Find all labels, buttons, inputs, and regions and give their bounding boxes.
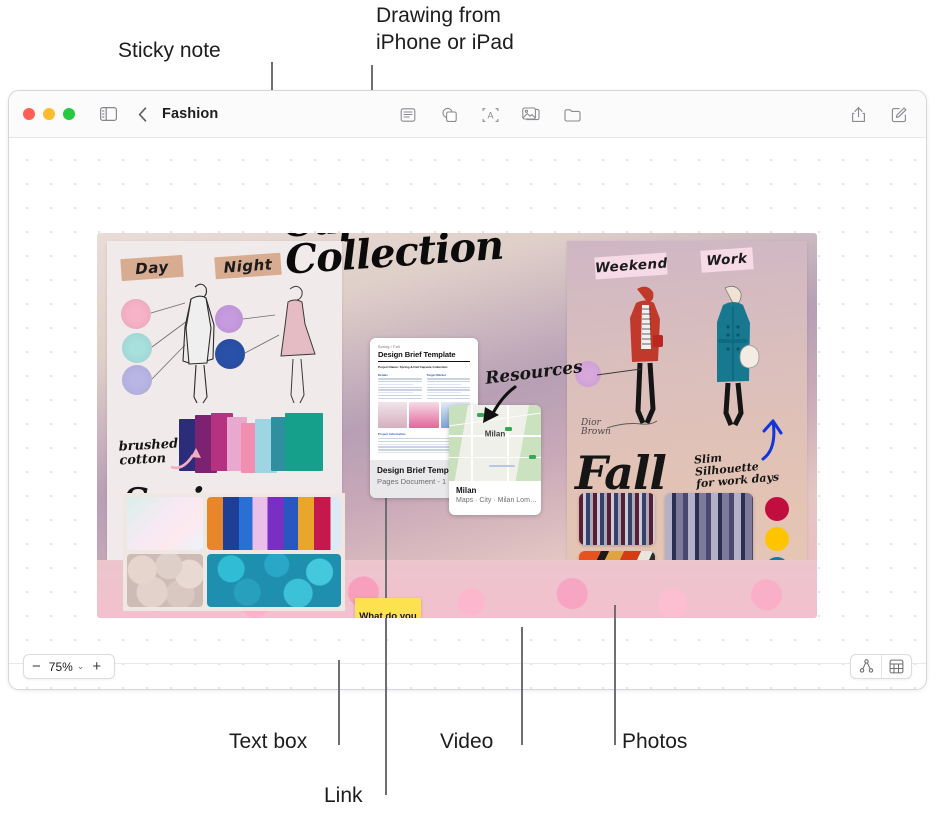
minimize-button[interactable] — [43, 108, 55, 120]
fashion-sketch-day — [182, 283, 215, 404]
signature-line — [607, 420, 658, 429]
mindmap-icon[interactable] — [851, 655, 881, 678]
chevron-down-icon[interactable]: ⌄ — [77, 661, 85, 672]
callout-leader-photos — [614, 605, 616, 745]
toolbar-center: A — [397, 91, 583, 138]
photo-pastel[interactable] — [127, 497, 203, 550]
link-preview-title: Design Brief Template — [378, 350, 456, 359]
chevron-left-icon[interactable] — [131, 103, 153, 125]
link-preview-subtitle: Project Name: Spring & Fall Capsule Coll… — [378, 364, 448, 369]
callout-label-video: Video — [440, 730, 494, 753]
link-preview-col2-heading: Target Market — [426, 372, 446, 377]
freeform-canvas[interactable]: Day Night brushed cotton Weekend Work Di… — [9, 138, 926, 689]
freeform-window: Fashion A Day Night brushed cotton Weeke… — [8, 90, 927, 690]
zoom-control[interactable]: − 75% ⌄ + — [23, 654, 115, 679]
folder-icon[interactable] — [561, 104, 583, 126]
map-card-title: Milan — [456, 486, 477, 495]
photo-woven-orange[interactable] — [579, 551, 655, 603]
callout-label-text-box: Text box — [229, 730, 308, 753]
black-arrow-icon — [483, 385, 517, 423]
zoom-button[interactable] — [63, 108, 75, 120]
canvas-ruler — [9, 663, 926, 664]
callout-leader-text-box — [338, 660, 340, 745]
drawing-title-text: Capsule Collection — [281, 233, 505, 284]
tape-weekend: Weekend — [594, 252, 668, 280]
callout-label-sticky-note: Sticky note — [118, 39, 221, 62]
callout-label-drawing: Drawing from iPhone or iPad — [376, 4, 514, 54]
zoom-in-button[interactable]: + — [84, 659, 109, 674]
photo-roses[interactable] — [127, 554, 203, 607]
map-card-meta: Milan Maps · City · Milan Lom… — [449, 481, 541, 509]
callout-label-link: Link — [324, 784, 363, 807]
photo-color-strips[interactable] — [207, 497, 341, 550]
toolbar-right — [847, 91, 910, 138]
callout-label-photos: Photos — [622, 730, 688, 753]
photos-icon[interactable] — [520, 104, 542, 126]
photo-grid-left[interactable] — [123, 493, 345, 611]
link-preview-col1-lines — [378, 378, 422, 400]
photo-dot-green — [765, 587, 789, 611]
fall-panel[interactable]: Weekend Work Dior Brown Fall Slim Silhou… — [567, 241, 807, 611]
link-preview-col1-heading: Details — [378, 372, 388, 377]
tape-work: Work — [700, 247, 754, 273]
photo-turquoise-stones[interactable] — [207, 554, 341, 607]
zoom-value: 75% — [48, 659, 73, 674]
drawing-capsule-collection[interactable]: Capsule Collection — [281, 233, 599, 316]
link-preview-kicker: Spring / Fall — [378, 345, 400, 349]
window-traffic-lights[interactable] — [23, 108, 75, 120]
photo-dot-yellow — [765, 527, 789, 551]
shapes-icon[interactable] — [438, 104, 460, 126]
mood-board[interactable]: Day Night brushed cotton Weekend Work Di… — [97, 233, 817, 618]
compose-icon[interactable] — [888, 104, 910, 126]
screenshot-root: Sticky note Drawing from iPhone or iPad — [0, 0, 935, 817]
pink-arrow-icon — [170, 448, 201, 470]
photo-dot-crimson — [765, 497, 789, 521]
view-toggle-group[interactable] — [850, 654, 912, 679]
link-preview-col2-lines — [426, 378, 470, 400]
note-icon[interactable] — [397, 104, 419, 126]
callout-leader-video — [521, 627, 523, 745]
map-card-subtitle: Maps · City · Milan Lom… — [456, 497, 537, 504]
zoom-out-button[interactable]: − — [24, 659, 49, 674]
callout-leader-link — [385, 450, 387, 795]
sidebar-icon[interactable] — [97, 103, 119, 125]
window-titlebar: Fashion A — [9, 91, 926, 138]
photo-dot-blue — [765, 557, 789, 581]
annotation-slim-silhouette: Slim Silhouette for work days — [693, 451, 780, 491]
photo-chevron-knit[interactable] — [579, 493, 655, 545]
page-title: Fashion — [162, 106, 219, 122]
leash-line — [597, 368, 642, 376]
annotation-fall: Fall — [575, 446, 667, 500]
svg-text:A: A — [487, 110, 493, 120]
sticky-note[interactable]: What do you think of the colors? — [355, 598, 421, 618]
share-icon[interactable] — [847, 104, 869, 126]
grid-icon[interactable] — [881, 655, 911, 678]
close-button[interactable] — [23, 108, 35, 120]
fabric-8 — [285, 413, 323, 471]
text-box-icon[interactable]: A — [479, 104, 501, 126]
photo-ribbed-knit[interactable] — [665, 493, 753, 603]
